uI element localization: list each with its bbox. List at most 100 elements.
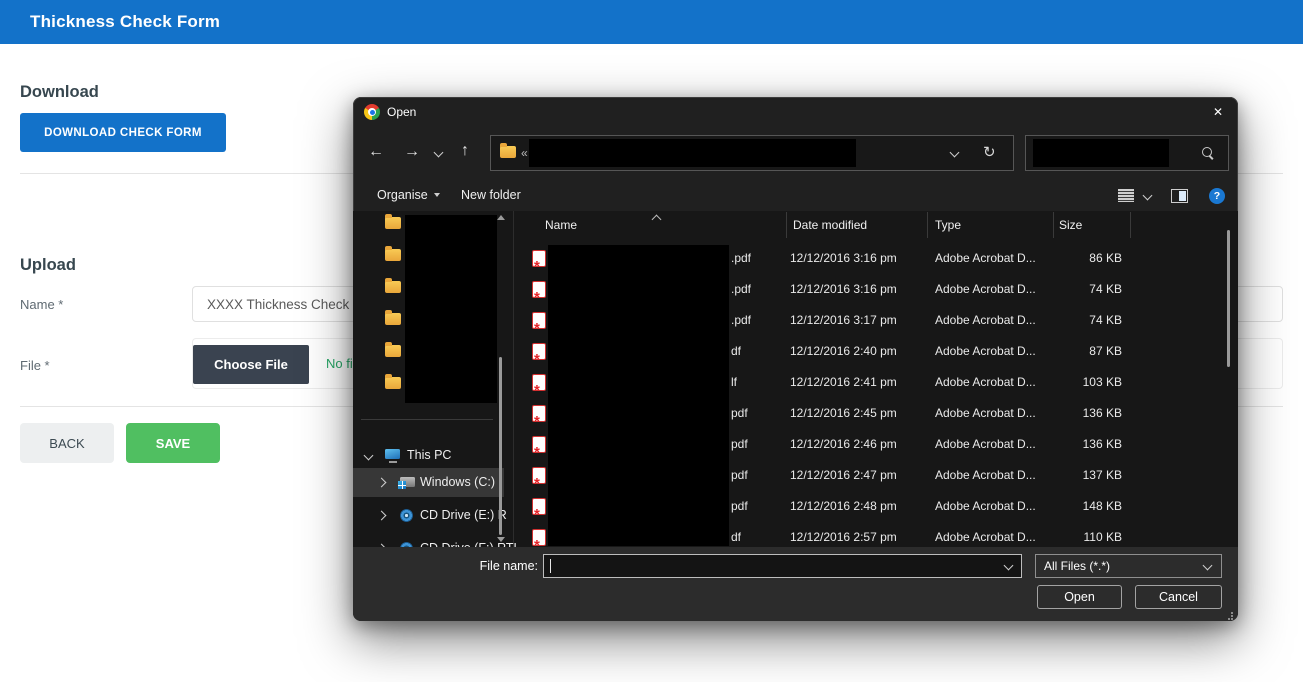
search-box[interactable] bbox=[1025, 135, 1229, 171]
expand-chevron-icon[interactable] bbox=[377, 511, 387, 521]
forward-nav-icon[interactable]: → bbox=[404, 144, 420, 160]
tree-scrollbar-up-icon[interactable] bbox=[497, 215, 505, 220]
tree-scrollbar-thumb[interactable] bbox=[499, 357, 502, 535]
expand-chevron-icon[interactable] bbox=[377, 478, 387, 488]
file-date-modified: 12/12/2016 2:48 pm bbox=[790, 491, 897, 522]
file-name-suffix: df bbox=[731, 522, 741, 547]
file-name-suffix: .pdf bbox=[731, 305, 751, 336]
file-date-modified: 12/12/2016 2:41 pm bbox=[790, 367, 897, 398]
sidebar-item-this-pc[interactable]: This PC bbox=[353, 441, 504, 470]
details-view-icon[interactable] bbox=[1118, 189, 1134, 202]
file-date-modified: 12/12/2016 2:47 pm bbox=[790, 460, 897, 491]
chrome-logo-icon bbox=[364, 104, 380, 120]
file-type: Adobe Acrobat D... bbox=[935, 429, 1036, 460]
save-button[interactable]: SAVE bbox=[126, 423, 220, 463]
tree-scrollbar-down-icon[interactable] bbox=[497, 537, 505, 542]
back-button[interactable]: BACK bbox=[20, 423, 114, 463]
file-type: Adobe Acrobat D... bbox=[935, 305, 1036, 336]
resize-grip[interactable] bbox=[1224, 608, 1233, 617]
pdf-file-icon bbox=[532, 250, 546, 267]
file-open-dialog: Open ✕ ← → ↑ « ↻ Organise New folder ? T… bbox=[353, 97, 1238, 621]
name-field-label: Name * bbox=[20, 297, 63, 312]
new-folder-button[interactable]: New folder bbox=[461, 188, 521, 202]
file-type: Adobe Acrobat D... bbox=[935, 522, 1036, 547]
close-icon[interactable]: ✕ bbox=[1205, 101, 1231, 123]
list-scrollbar-thumb[interactable] bbox=[1227, 230, 1230, 367]
pdf-file-icon bbox=[532, 498, 546, 515]
file-type-select[interactable]: All Files (*.*) bbox=[1035, 554, 1222, 578]
folder-icon[interactable] bbox=[385, 377, 401, 389]
file-date-modified: 12/12/2016 2:57 pm bbox=[790, 522, 897, 547]
file-name-suffix: pdf bbox=[731, 491, 748, 522]
address-dropdown-chevron-icon[interactable] bbox=[950, 148, 960, 158]
file-size: 86 KB bbox=[1054, 243, 1122, 274]
expand-chevron-icon[interactable] bbox=[364, 451, 374, 461]
file-type-chevron-icon bbox=[1203, 561, 1213, 571]
file-date-modified: 12/12/2016 3:16 pm bbox=[790, 243, 897, 274]
sidebar-item-windows-c[interactable]: Windows (C:) bbox=[353, 468, 504, 497]
folder-icon[interactable] bbox=[385, 217, 401, 229]
folder-icon[interactable] bbox=[385, 345, 401, 357]
redacted-path bbox=[529, 139, 856, 167]
pdf-file-icon bbox=[532, 436, 546, 453]
search-icon bbox=[1202, 147, 1212, 157]
column-header-type[interactable]: Type bbox=[928, 212, 1054, 238]
file-type: Adobe Acrobat D... bbox=[935, 491, 1036, 522]
file-size: 74 KB bbox=[1054, 305, 1122, 336]
folder-icon bbox=[500, 146, 516, 158]
folder-icon[interactable] bbox=[385, 249, 401, 261]
redacted-file-names bbox=[548, 245, 729, 546]
pdf-file-icon bbox=[532, 374, 546, 391]
upload-heading: Upload bbox=[20, 256, 76, 275]
refresh-icon[interactable]: ↻ bbox=[983, 136, 996, 169]
dialog-title: Open bbox=[387, 97, 416, 127]
dialog-footer: File name: All Files (*.*) Open Cancel bbox=[353, 547, 1238, 621]
view-options-chevron-icon[interactable] bbox=[1143, 191, 1153, 201]
cancel-button[interactable]: Cancel bbox=[1135, 585, 1222, 609]
file-name-suffix: pdf bbox=[731, 398, 748, 429]
preview-pane-icon[interactable] bbox=[1171, 189, 1188, 203]
folder-icon[interactable] bbox=[385, 281, 401, 293]
organise-caret-icon bbox=[434, 193, 440, 197]
file-type: Adobe Acrobat D... bbox=[935, 460, 1036, 491]
file-date-modified: 12/12/2016 2:46 pm bbox=[790, 429, 897, 460]
file-date-modified: 12/12/2016 3:17 pm bbox=[790, 305, 897, 336]
up-nav-icon[interactable]: ↑ bbox=[461, 143, 469, 159]
download-check-form-button[interactable]: DOWNLOAD CHECK FORM bbox=[20, 113, 226, 152]
file-name-suffix: .pdf bbox=[731, 243, 751, 274]
file-name-suffix: .pdf bbox=[731, 274, 751, 305]
file-name-suffix: pdf bbox=[731, 429, 748, 460]
pdf-file-icon bbox=[532, 312, 546, 329]
back-nav-icon[interactable]: ← bbox=[368, 144, 384, 160]
page-header: Thickness Check Form bbox=[0, 0, 1303, 44]
folder-icon[interactable] bbox=[385, 313, 401, 325]
recent-locations-chevron-icon[interactable] bbox=[434, 148, 444, 158]
help-icon[interactable]: ? bbox=[1209, 188, 1225, 204]
address-prefix: « bbox=[521, 136, 528, 170]
choose-file-button[interactable]: Choose File bbox=[193, 345, 309, 384]
column-header-size[interactable]: Size bbox=[1054, 212, 1131, 238]
download-heading: Download bbox=[20, 83, 99, 102]
this-pc-icon bbox=[385, 449, 400, 459]
column-header-name[interactable]: Name bbox=[514, 212, 787, 238]
file-type-value: All Files (*.*) bbox=[1044, 559, 1110, 573]
open-button[interactable]: Open bbox=[1037, 585, 1122, 609]
pdf-file-icon bbox=[532, 343, 546, 360]
dialog-titlebar[interactable]: Open ✕ bbox=[353, 97, 1238, 127]
file-type: Adobe Acrobat D... bbox=[935, 243, 1036, 274]
column-header-date-modified[interactable]: Date modified bbox=[787, 212, 928, 238]
file-name-suffix: lf bbox=[731, 367, 737, 398]
file-name-input[interactable] bbox=[543, 554, 1022, 578]
file-size: 137 KB bbox=[1054, 460, 1122, 491]
drive-label: Windows (C:) bbox=[420, 468, 495, 497]
redacted-folder-names bbox=[405, 215, 497, 403]
file-size: 136 KB bbox=[1054, 429, 1122, 460]
pdf-file-icon bbox=[532, 405, 546, 422]
organise-menu[interactable]: Organise bbox=[377, 188, 440, 202]
file-field-label: File * bbox=[20, 358, 50, 373]
tree-divider bbox=[361, 419, 493, 420]
sidebar-item-cd-drive-e-r[interactable]: CD Drive (E:) R bbox=[353, 501, 504, 530]
file-type: Adobe Acrobat D... bbox=[935, 336, 1036, 367]
file-name-chevron-icon[interactable] bbox=[1004, 561, 1014, 571]
address-bar[interactable]: « ↻ bbox=[490, 135, 1014, 171]
